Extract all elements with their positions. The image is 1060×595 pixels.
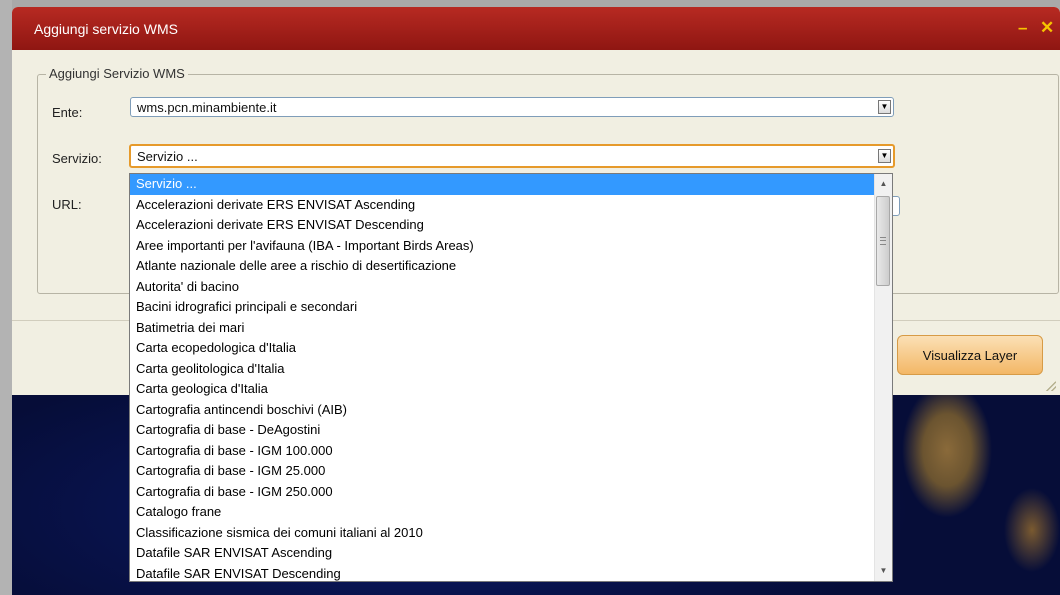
dropdown-option[interactable]: Autorita' di bacino <box>130 277 875 298</box>
scroll-up-icon[interactable]: ▲ <box>875 176 892 192</box>
resize-grip-icon[interactable] <box>1046 381 1056 391</box>
ente-select[interactable]: wms.pcn.minambiente.it ▼ <box>130 97 894 117</box>
dropdown-option[interactable]: Bacini idrografici principali e secondar… <box>130 297 875 318</box>
dropdown-option[interactable]: Accelerazioni derivate ERS ENVISAT Ascen… <box>130 195 875 216</box>
dropdown-option[interactable]: Catalogo frane <box>130 502 875 523</box>
dropdown-option[interactable]: Carta ecopedologica d'Italia <box>130 338 875 359</box>
servizio-dropdown-list[interactable]: Servizio ... Accelerazioni derivate ERS E… <box>129 173 893 582</box>
background-strip <box>0 0 12 595</box>
dropdown-option[interactable]: Classificazione sismica dei comuni itali… <box>130 523 875 544</box>
servizio-value: Servizio ... <box>137 149 198 164</box>
ente-value: wms.pcn.minambiente.it <box>137 100 277 115</box>
fieldset-legend: Aggiungi Servizio WMS <box>46 66 188 81</box>
dropdown-option[interactable]: Cartografia di base - IGM 100.000 <box>130 441 875 462</box>
dropdown-option[interactable]: Aree importanti per l'avifauna (IBA - Im… <box>130 236 875 257</box>
dropdown-option[interactable]: Cartografia di base - IGM 250.000 <box>130 482 875 503</box>
servizio-label: Servizio: <box>52 151 102 166</box>
dialog-titlebar[interactable]: Aggiungi servizio WMS – ✕ <box>12 7 1060 50</box>
dropdown-option[interactable]: Atlante nazionale delle aree a rischio d… <box>130 256 875 277</box>
dropdown-scrollbar[interactable]: ▲ ▼ <box>874 174 892 581</box>
dropdown-option[interactable]: Datafile SAR ENVISAT Ascending <box>130 543 875 564</box>
dropdown-option[interactable]: Batimetria dei mari <box>130 318 875 339</box>
dropdown-option[interactable]: Cartografia antincendi boschivi (AIB) <box>130 400 875 421</box>
thumb-grip-icon <box>880 237 886 245</box>
dropdown-option[interactable]: Datafile SAR ENVISAT Descending <box>130 564 875 582</box>
minimize-icon[interactable]: – <box>1018 18 1027 38</box>
url-label: URL: <box>52 197 82 212</box>
dropdown-arrow-icon[interactable]: ▼ <box>878 149 891 163</box>
scroll-down-icon[interactable]: ▼ <box>875 563 892 579</box>
dropdown-items: Servizio ... Accelerazioni derivate ERS E… <box>130 174 875 582</box>
dialog-title: Aggiungi servizio WMS <box>34 21 178 37</box>
ente-label: Ente: <box>52 105 83 120</box>
dropdown-option[interactable]: Carta geolitologica d'Italia <box>130 359 875 380</box>
dropdown-option[interactable]: Cartografia di base - IGM 25.000 <box>130 461 875 482</box>
visualizza-layer-button[interactable]: Visualizza Layer <box>897 335 1043 375</box>
dropdown-option[interactable]: Carta geologica d'Italia <box>130 379 875 400</box>
scrollbar-thumb[interactable] <box>876 196 890 286</box>
close-icon[interactable]: ✕ <box>1040 18 1054 38</box>
dropdown-option[interactable]: Servizio ... <box>130 174 875 195</box>
dropdown-arrow-icon[interactable]: ▼ <box>878 100 891 114</box>
dropdown-option[interactable]: Accelerazioni derivate ERS ENVISAT Desce… <box>130 215 875 236</box>
dropdown-option[interactable]: Cartografia di base - DeAgostini <box>130 420 875 441</box>
servizio-select[interactable]: Servizio ... ▼ <box>129 144 895 168</box>
